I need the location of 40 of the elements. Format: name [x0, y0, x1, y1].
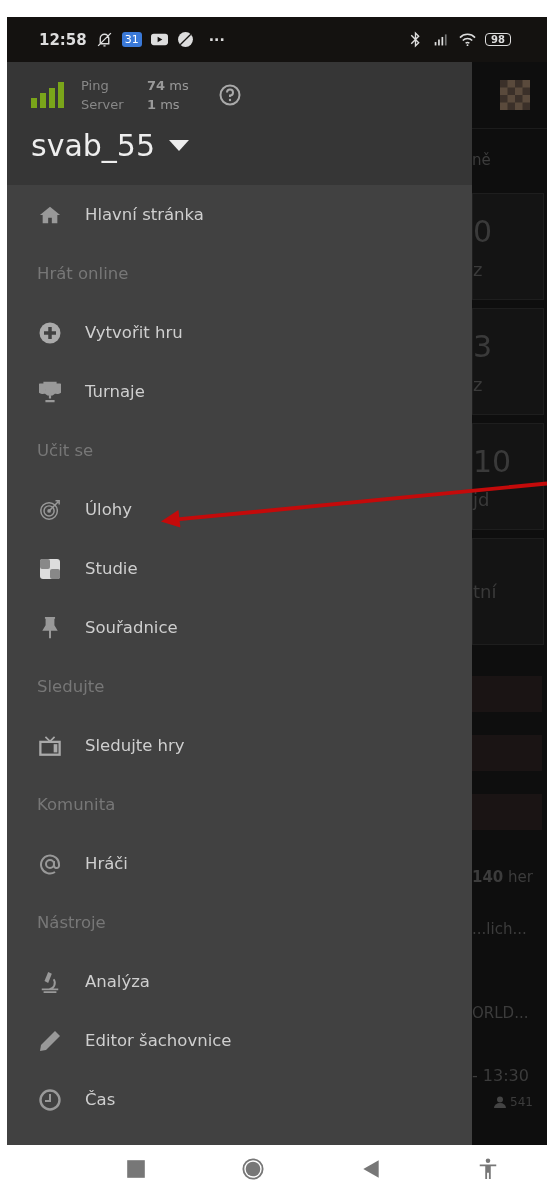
- menu-item[interactable]: Hlavní stránka: [7, 185, 472, 244]
- connection-signal-icon: [31, 82, 65, 108]
- person-icon: [494, 1096, 506, 1108]
- server-value: 1 ms: [147, 96, 181, 114]
- at-sign-icon: [39, 852, 61, 875]
- ping-value: 74 ms: [147, 77, 189, 95]
- menu-item[interactable]: Čas: [7, 1070, 472, 1129]
- menu-item[interactable]: Souřadnice: [7, 598, 472, 657]
- menu-item[interactable]: Turnaje: [7, 362, 472, 421]
- menu-item[interactable]: Editor šachovnice: [7, 1011, 472, 1070]
- help-icon[interactable]: [218, 84, 241, 106]
- globe-icon: [176, 31, 194, 48]
- menu-item[interactable]: Vytvořit hru: [7, 303, 472, 362]
- menu-item[interactable]: Studie: [7, 539, 472, 598]
- video-play-icon: [150, 31, 168, 48]
- clock-time: 12:58: [39, 30, 87, 49]
- plus-circle-icon: [39, 321, 61, 344]
- pencil-icon: [39, 1029, 61, 1052]
- board-icon: [39, 557, 61, 580]
- pushpin-icon: [39, 616, 61, 639]
- menu-item[interactable]: Úlohy: [7, 480, 472, 539]
- chessboard-avatar-icon[interactable]: [499, 80, 530, 110]
- television-icon: [39, 734, 61, 757]
- clock-icon: [39, 1088, 61, 1111]
- username-dropdown[interactable]: svab_55: [31, 128, 189, 163]
- menu-item[interactable]: Analýza: [7, 952, 472, 1011]
- home-circle-icon[interactable]: [242, 1157, 265, 1180]
- server-label: Server: [81, 96, 125, 114]
- caret-icon: [169, 139, 189, 152]
- recents-square-icon[interactable]: [124, 1157, 147, 1180]
- ping-label: Ping: [81, 77, 110, 95]
- microscope-icon: [39, 970, 61, 993]
- wifi-icon: [459, 31, 477, 48]
- calendar-badge: 31: [121, 32, 142, 47]
- battery-indicator: 98: [485, 33, 511, 46]
- menu-item[interactable]: Hráči: [7, 834, 472, 893]
- more-notifications: ···: [208, 31, 225, 48]
- target-icon: [39, 498, 61, 521]
- bell-off-icon: [95, 31, 113, 48]
- menu-item[interactable]: Sledujte hry: [7, 716, 472, 775]
